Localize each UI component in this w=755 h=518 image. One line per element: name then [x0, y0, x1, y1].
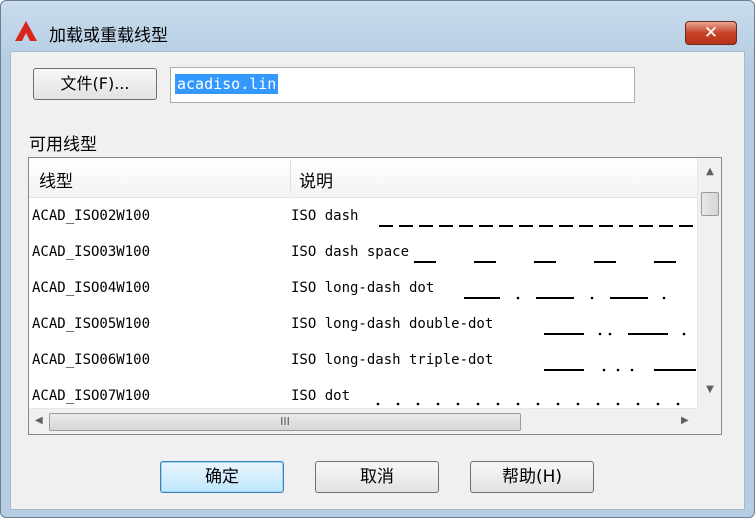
cancel-button[interactable]: 取消 [315, 461, 439, 493]
column-header-description[interactable]: 说明 [299, 167, 333, 192]
table-row[interactable]: ACAD_ISO05W100 ISO long-dash double-dot [29, 310, 697, 346]
linetype-description: ISO long-dash triple-dot [291, 352, 494, 368]
window-title: 加载或重载线型 [49, 26, 168, 46]
vertical-scroll-thumb[interactable] [701, 192, 719, 216]
linetype-preview [379, 225, 693, 227]
linetype-list[interactable]: 线型 说明 ACAD_ISO02W100 ISO dash ACAD_ISO03… [28, 157, 722, 435]
available-linetypes-label: 可用线型 [29, 135, 97, 155]
table-row[interactable]: ACAD_ISO04W100 ISO long-dash dot [29, 274, 697, 310]
linetype-name: ACAD_ISO02W100 [32, 208, 151, 224]
list-rows: ACAD_ISO02W100 ISO dash ACAD_ISO03W100 I… [29, 202, 697, 418]
dialog-body: 文件(F)... acadiso.lin 可用线型 线型 说明 ACAD_ISO… [10, 51, 745, 510]
autocad-logo-icon [15, 21, 37, 41]
horizontal-scroll-thumb[interactable]: III [49, 413, 521, 431]
scroll-left-icon[interactable]: ◀ [35, 415, 43, 426]
table-row[interactable]: ACAD_ISO06W100 ISO long-dash triple-dot [29, 346, 697, 382]
linetype-description: ISO long-dash dot [291, 280, 435, 296]
linetype-preview [544, 332, 686, 336]
list-header: 线型 说明 [29, 158, 697, 198]
scroll-up-icon[interactable]: ▲ [698, 166, 721, 177]
linetype-name: ACAD_ISO04W100 [32, 280, 151, 296]
help-button[interactable]: 帮助(H) [470, 461, 594, 493]
table-row[interactable]: ACAD_ISO03W100 ISO dash space [29, 238, 697, 274]
grip-icon: III [280, 415, 290, 428]
linetype-name: ACAD_ISO06W100 [32, 352, 151, 368]
close-button[interactable]: ✕ [685, 21, 737, 45]
vertical-scrollbar[interactable]: ▲ ▼ [697, 158, 721, 408]
close-icon: ✕ [703, 23, 719, 43]
linetype-description: ISO dot [291, 388, 351, 404]
file-name-input[interactable]: acadiso.lin [170, 67, 635, 103]
linetype-name: ACAD_ISO07W100 [32, 388, 151, 404]
ok-button[interactable]: 确定 [160, 461, 284, 493]
title-bar: 加载或重载线型 ✕ [1, 1, 754, 51]
column-header-linetype[interactable]: 线型 [39, 167, 73, 192]
linetype-name: ACAD_ISO05W100 [32, 316, 151, 332]
scroll-down-icon[interactable]: ▼ [698, 384, 721, 395]
linetype-description: ISO long-dash double-dot [291, 316, 494, 332]
scrollbar-corner [697, 408, 721, 434]
scroll-right-icon[interactable]: ▶ [681, 415, 689, 426]
linetype-preview [464, 296, 666, 300]
table-row[interactable]: ACAD_ISO02W100 ISO dash [29, 202, 697, 238]
file-name-value: acadiso.lin [175, 74, 279, 94]
file-button[interactable]: 文件(F)... [33, 68, 157, 100]
linetype-name: ACAD_ISO03W100 [32, 244, 151, 260]
dialog-window: 加载或重载线型 ✕ 文件(F)... acadiso.lin 可用线型 线型 说… [0, 0, 755, 518]
horizontal-scrollbar[interactable]: ◀ III ▶ [29, 408, 697, 434]
linetype-preview [414, 261, 676, 263]
linetype-description: ISO dash space [291, 244, 410, 260]
column-divider[interactable] [290, 160, 291, 194]
linetype-description: ISO dash [291, 208, 359, 224]
linetype-preview [544, 368, 696, 372]
